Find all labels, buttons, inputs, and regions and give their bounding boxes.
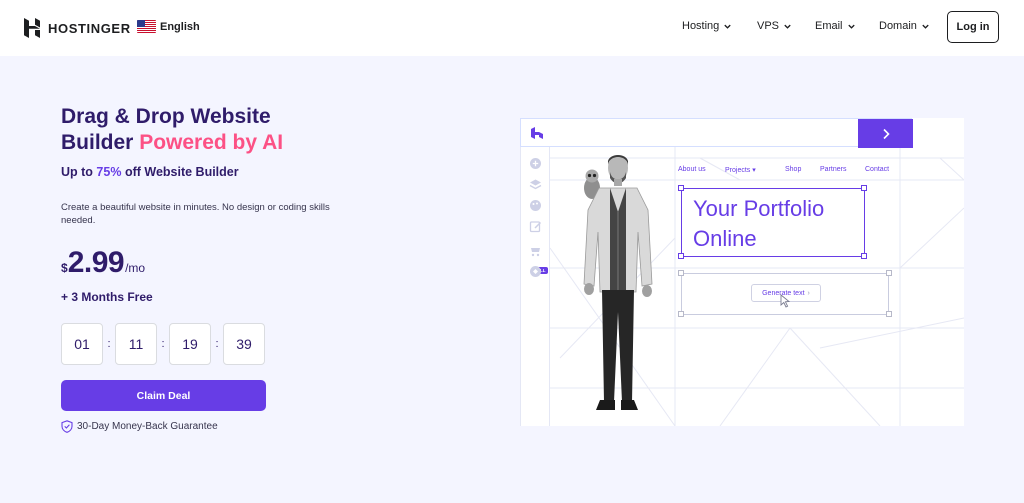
chevron-down-icon	[922, 24, 929, 29]
countdown-seconds: 39	[223, 323, 265, 365]
builder-app-icon	[531, 127, 543, 139]
money-back-guarantee: 30-Day Money-Back Guarantee	[61, 420, 218, 433]
ai-icon[interactable]	[529, 265, 542, 278]
layers-icon[interactable]	[529, 178, 542, 191]
builder-topbar	[520, 118, 913, 148]
shield-check-icon	[61, 420, 73, 433]
resize-handle[interactable]	[678, 185, 684, 191]
palette-icon[interactable]	[529, 199, 542, 212]
resize-handle	[678, 311, 684, 317]
resize-handle[interactable]	[861, 185, 867, 191]
hero-description: Create a beautiful website in minutes. N…	[61, 202, 330, 226]
preview-nav-partners: Partners	[820, 166, 847, 173]
person-with-owl-image	[583, 155, 653, 410]
resize-handle	[678, 270, 684, 276]
brand-name: HOSTINGER	[48, 20, 131, 36]
builder-illustration: SELL About us Projects ▾ Shop Partners C…	[520, 118, 964, 426]
hostinger-logo-icon	[24, 18, 40, 38]
brand-logo[interactable]: HOSTINGER	[24, 18, 131, 38]
nav-email-label: Email	[815, 20, 843, 32]
nav-domain[interactable]: Domain	[879, 20, 930, 32]
resize-handle[interactable]	[861, 253, 867, 259]
countdown-timer: 01 : 11 : 19 : 39	[61, 323, 265, 365]
nav-hosting[interactable]: Hosting	[682, 20, 732, 32]
subtitle-prefix: Up to	[61, 165, 93, 179]
add-icon[interactable]	[529, 157, 542, 170]
chevron-down-icon	[847, 24, 855, 29]
nav-hosting-label: Hosting	[682, 20, 720, 32]
chevron-down-icon	[724, 24, 731, 29]
preview-nav-contact: Contact	[865, 166, 890, 173]
bonus-offer: + 3 Months Free	[61, 290, 153, 304]
hero-title-accent: Powered by AI	[139, 131, 284, 154]
countdown-separator: :	[161, 338, 165, 350]
preview-nav-shop: Shop	[785, 166, 802, 173]
portfolio-headline-line1: Your Portfolio	[693, 196, 825, 221]
edit-icon[interactable]	[529, 220, 542, 233]
resize-handle	[886, 270, 892, 276]
chevron-right-icon	[882, 128, 890, 139]
language-selector[interactable]: English	[137, 20, 200, 33]
preview-nav-about: About us	[678, 166, 706, 173]
price: $ 2.99 /mo	[61, 246, 145, 280]
portfolio-headline: Your Portfolio Online	[693, 194, 824, 254]
resize-handle	[886, 311, 892, 317]
portfolio-headline-line2: Online	[693, 226, 757, 251]
us-flag-icon	[137, 20, 156, 33]
subtitle-suffix: off Website Builder	[124, 165, 239, 179]
top-header: HOSTINGER English Hosting VPS Email Doma…	[0, 0, 1024, 56]
price-amount: 2.99	[67, 246, 125, 279]
discount-percent: 75%	[96, 165, 122, 179]
countdown-hours: 11	[115, 323, 157, 365]
nav-vps-label: VPS	[757, 20, 780, 32]
hero-subtitle: Up to 75% off Website Builder	[61, 165, 239, 179]
nav-domain-label: Domain	[879, 20, 917, 32]
login-button[interactable]: Log in	[947, 11, 999, 43]
hero-title: Drag & Drop Website Builder Powered by A…	[61, 104, 341, 156]
countdown-separator: :	[215, 338, 219, 350]
chevron-down-icon	[784, 24, 791, 29]
preview-nav-projects: Projects ▾	[725, 167, 756, 174]
countdown-separator: :	[107, 338, 111, 350]
claim-deal-button[interactable]: Claim Deal	[61, 380, 266, 411]
mouse-cursor-icon	[780, 294, 791, 308]
guarantee-text: 30-Day Money-Back Guarantee	[77, 421, 218, 432]
arrow-right-icon: ›	[807, 289, 810, 297]
store-icon[interactable]	[529, 245, 542, 258]
price-currency: $	[61, 261, 68, 275]
nav-vps[interactable]: VPS	[757, 20, 792, 32]
language-label: English	[160, 20, 200, 33]
countdown-days: 01	[61, 323, 103, 365]
topbar-go-button[interactable]	[858, 119, 913, 148]
countdown-minutes: 19	[169, 323, 211, 365]
nav-email[interactable]: Email	[815, 20, 856, 32]
resize-handle[interactable]	[678, 253, 684, 259]
price-period: /mo	[125, 261, 146, 275]
builder-sidebar: SELL	[520, 147, 550, 426]
